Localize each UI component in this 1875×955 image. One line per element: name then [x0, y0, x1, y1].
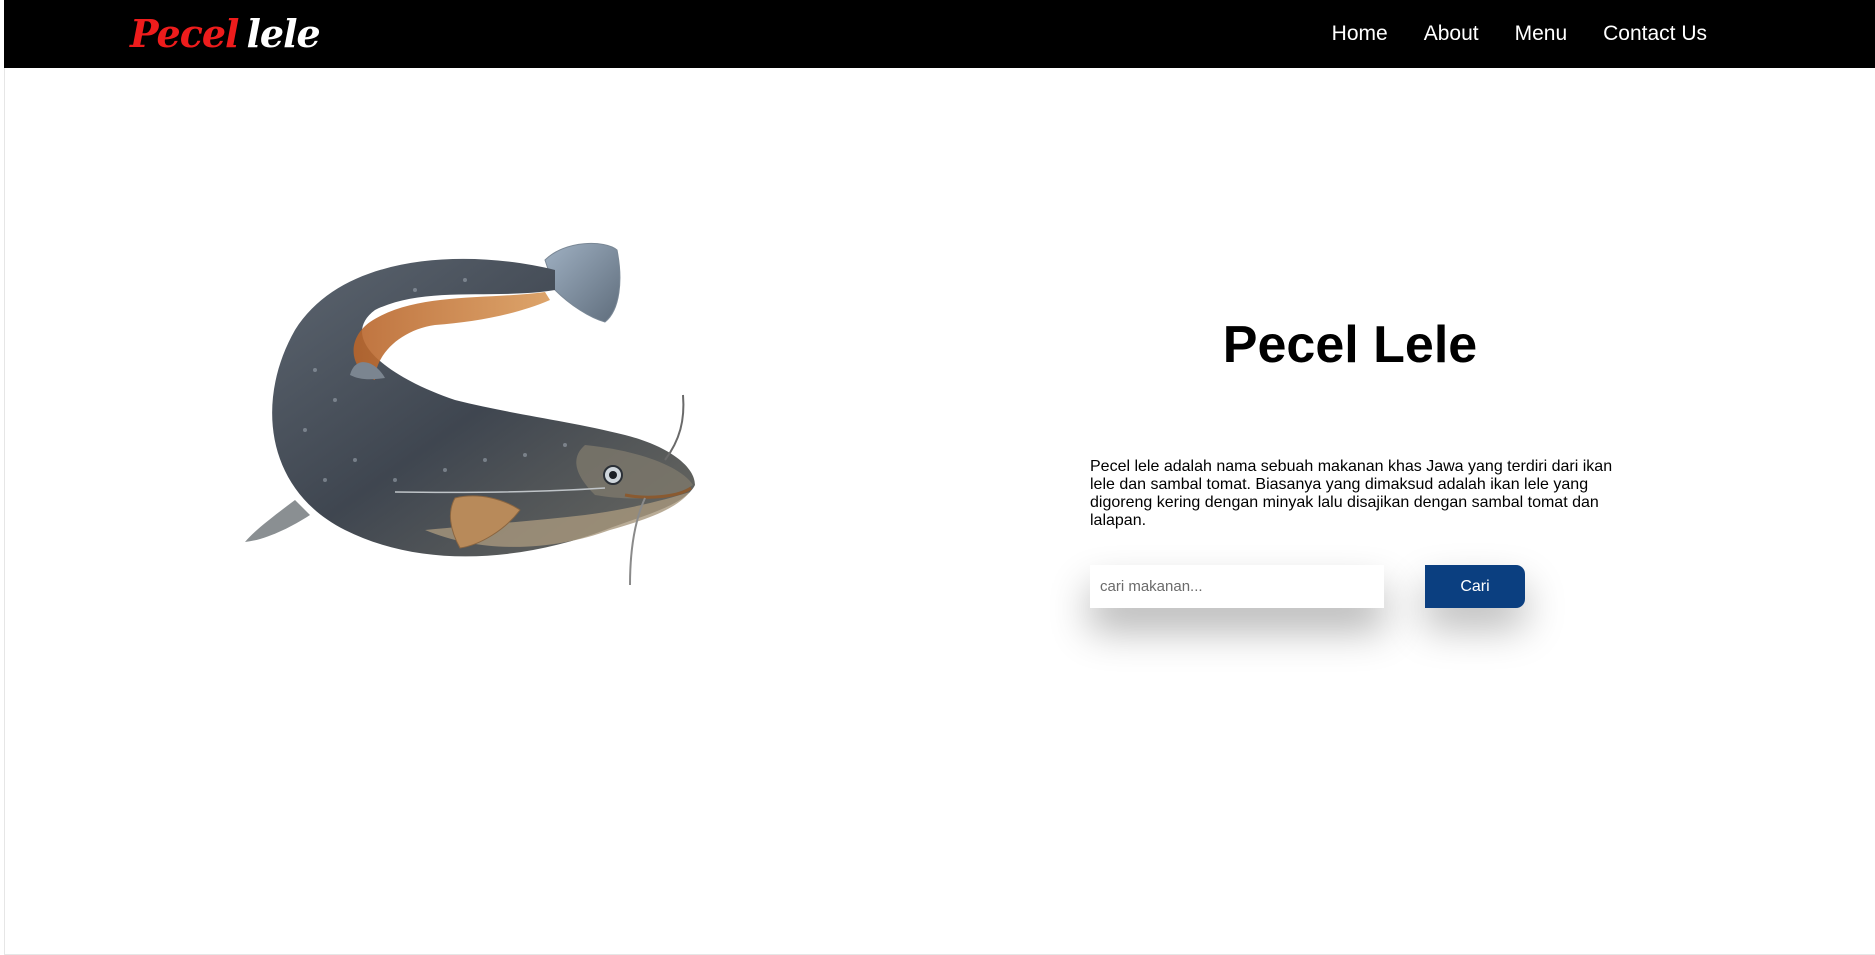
navbar: Pecel lele Home About Menu Contact Us: [4, 0, 1875, 68]
catfish-illustration: [245, 242, 695, 586]
page-title: Pecel Lele: [1222, 316, 1478, 374]
logo-text-primary: Pecel: [130, 11, 239, 56]
logo-text-secondary: lele: [246, 11, 320, 56]
logo[interactable]: Pecel lele: [130, 10, 321, 58]
nav-link-about[interactable]: About: [1424, 22, 1479, 46]
description-text: Pecel lele adalah nama sebuah makanan kh…: [1090, 458, 1613, 529]
nav-link-menu[interactable]: Menu: [1515, 22, 1568, 46]
search-form: Cari: [1090, 565, 1525, 608]
nav-link-contact-us[interactable]: Contact Us: [1603, 22, 1707, 46]
search-button[interactable]: Cari: [1425, 565, 1525, 608]
search-input[interactable]: [1090, 565, 1384, 608]
main-nav: Home About Menu Contact Us: [1296, 0, 1707, 68]
nav-link-home[interactable]: Home: [1332, 22, 1388, 46]
